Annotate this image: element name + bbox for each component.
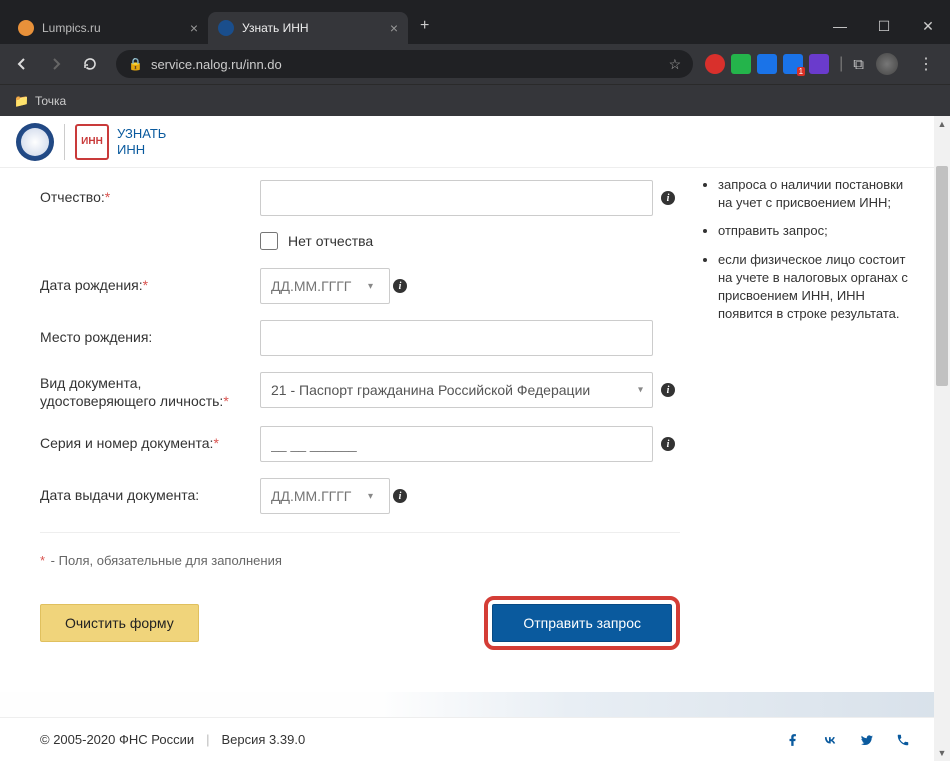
bookmark-label: Точка <box>35 94 66 108</box>
browser-toolbar: 🔒 service.nalog.ru/inn.do ☆ 1 | ⧉ ⋮ <box>0 44 950 84</box>
extension-icon[interactable] <box>705 54 725 74</box>
info-icon[interactable]: i <box>393 489 407 503</box>
sidebar-item: запроса о наличии постановки на учет с п… <box>718 176 910 212</box>
maximize-icon[interactable]: ☐ <box>862 8 906 44</box>
favicon-icon <box>218 20 234 36</box>
inn-badge-icon: ИНН <box>75 124 109 160</box>
submit-button[interactable]: Отправить запрос <box>492 604 672 642</box>
forward-button[interactable] <box>42 50 70 78</box>
tab-title: Lumpics.ru <box>42 21 184 35</box>
extension-icon[interactable] <box>809 54 829 74</box>
menu-button[interactable]: ⋮ <box>910 54 942 74</box>
profile-avatar[interactable] <box>876 53 898 75</box>
close-icon[interactable]: × <box>190 20 198 36</box>
vk-icon[interactable] <box>822 733 838 747</box>
address-bar[interactable]: 🔒 service.nalog.ru/inn.do ☆ <box>116 50 693 78</box>
dob-input[interactable] <box>260 268 390 304</box>
close-window-icon[interactable]: ✕ <box>906 8 950 44</box>
folder-icon: 📁 <box>14 94 29 108</box>
tab-lumpics[interactable]: Lumpics.ru × <box>8 12 208 44</box>
issue-date-input[interactable] <box>260 478 390 514</box>
extension-icon[interactable] <box>757 54 777 74</box>
no-patronymic-checkbox[interactable] <box>260 232 278 250</box>
fns-emblem-icon <box>16 123 54 161</box>
reading-list-icon[interactable]: ⧉ <box>853 56 864 73</box>
page-title: УЗНАТЬ ИНН <box>117 126 166 157</box>
extension-icon[interactable] <box>731 54 751 74</box>
back-button[interactable] <box>8 50 36 78</box>
no-patronymic-label: Нет отчества <box>288 233 373 249</box>
tab-inn[interactable]: Узнать ИНН × <box>208 12 408 44</box>
issue-date-label: Дата выдачи документа: <box>40 478 260 504</box>
lock-icon: 🔒 <box>128 57 143 71</box>
tab-strip: Lumpics.ru × Узнать ИНН × + ― ☐ ✕ <box>0 8 950 44</box>
vertical-scrollbar[interactable]: ▲ ▼ <box>934 116 950 761</box>
form-column: Отчество:* i Нет отчества Дата рождения:… <box>40 168 700 650</box>
reload-button[interactable] <box>76 50 104 78</box>
favicon-icon <box>18 20 34 36</box>
clear-form-button[interactable]: Очистить форму <box>40 604 199 642</box>
scroll-down-icon[interactable]: ▼ <box>934 745 950 761</box>
doc-type-label: Вид документа, удостоверяющего личность:… <box>40 372 260 410</box>
patronymic-label: Отчество:* <box>40 180 260 206</box>
doc-type-select[interactable] <box>260 372 653 408</box>
arrow-right-icon <box>48 56 64 72</box>
phone-icon[interactable] <box>896 733 910 747</box>
minimize-icon[interactable]: ― <box>818 8 862 44</box>
facebook-icon[interactable] <box>786 733 800 747</box>
arrow-left-icon <box>14 56 30 72</box>
required-hint: * - Поля, обязательные для заполнения <box>40 532 680 568</box>
url-text: service.nalog.ru/inn.do <box>151 57 282 72</box>
extension-icon[interactable]: 1 <box>783 54 803 74</box>
reload-icon <box>82 56 98 72</box>
sidebar-item: отправить запрос; <box>718 222 910 240</box>
scroll-thumb[interactable] <box>936 166 948 386</box>
footer-version: Версия 3.39.0 <box>222 732 306 747</box>
tab-title: Узнать ИНН <box>242 21 384 35</box>
chevron-down-icon[interactable]: ▾ <box>638 385 643 396</box>
doc-number-label: Серия и номер документа:* <box>40 426 260 452</box>
bookmarks-bar: 📁 Точка <box>0 84 950 116</box>
new-tab-button[interactable]: + <box>408 17 441 35</box>
pob-label: Место рождения: <box>40 320 260 346</box>
sidebar-item: если физическое лицо состоит на учете в … <box>718 251 910 324</box>
info-icon[interactable]: i <box>661 383 675 397</box>
doc-number-input[interactable] <box>260 426 653 462</box>
info-icon[interactable]: i <box>393 279 407 293</box>
twitter-icon[interactable] <box>860 733 874 747</box>
page-footer: © 2005-2020 ФНС России | Версия 3.39.0 <box>0 692 950 761</box>
bookmark-folder[interactable]: 📁 Точка <box>14 94 66 108</box>
info-icon[interactable]: i <box>661 191 675 205</box>
patronymic-input[interactable] <box>260 180 653 216</box>
page-header: ИНН УЗНАТЬ ИНН <box>0 116 950 168</box>
info-icon[interactable]: i <box>661 437 675 451</box>
sidebar: запроса о наличии постановки на учет с п… <box>700 168 910 650</box>
star-icon[interactable]: ☆ <box>669 56 682 73</box>
footer-copyright: © 2005-2020 ФНС России <box>40 732 194 747</box>
scroll-up-icon[interactable]: ▲ <box>934 116 950 132</box>
close-icon[interactable]: × <box>390 20 398 36</box>
pob-input[interactable] <box>260 320 653 356</box>
dob-label: Дата рождения:* <box>40 268 260 294</box>
